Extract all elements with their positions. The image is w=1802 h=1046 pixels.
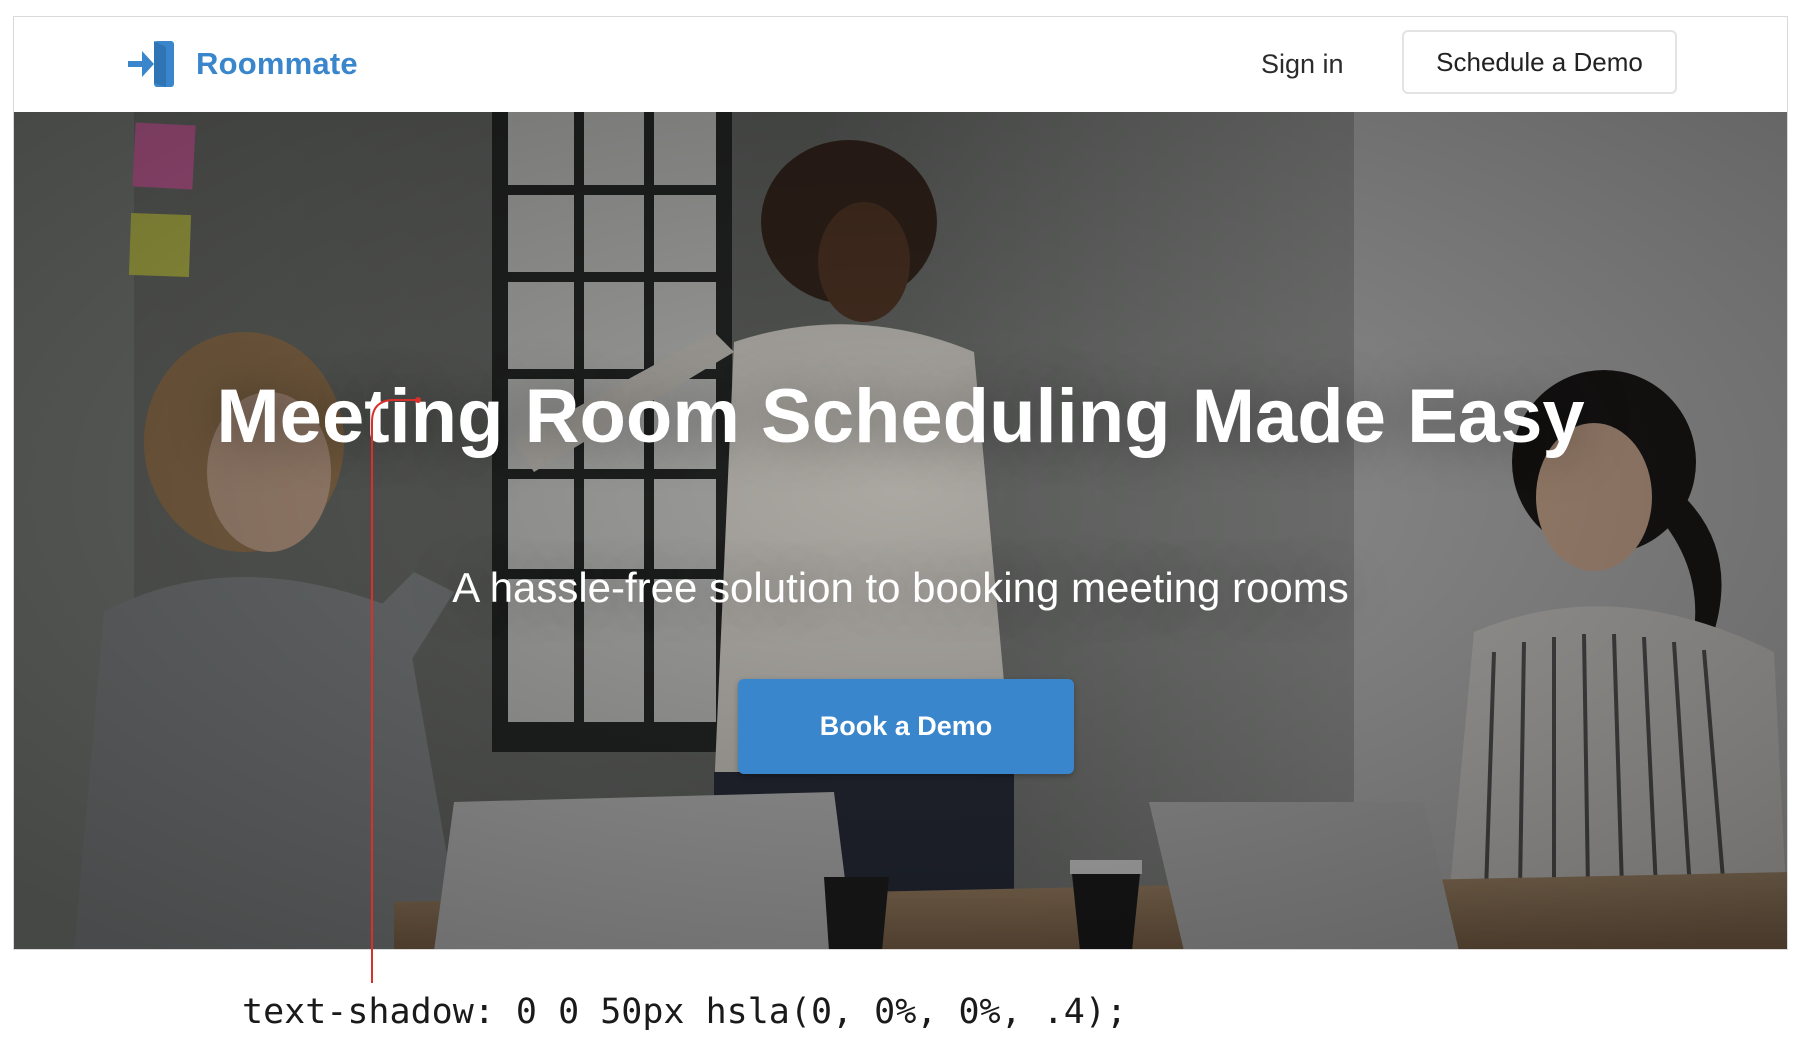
schedule-demo-button[interactable]: Schedule a Demo	[1402, 30, 1677, 94]
sign-in-link[interactable]: Sign in	[1261, 46, 1344, 82]
hero-photo	[14, 112, 1787, 949]
hero-subheadline: A hassle-free solution to booking meetin…	[452, 564, 1349, 611]
hero-headline-text: Meeting Room Scheduling Made Easy	[216, 374, 1585, 459]
brand-name: Roommate	[196, 46, 358, 81]
navbar: Roommate Sign in Schedule a Demo	[14, 17, 1787, 112]
page-frame: Roommate Sign in Schedule a Demo Meeting…	[13, 16, 1788, 950]
brand-logo[interactable]: Roommate	[126, 39, 358, 89]
hero-headline: Meeting Room Scheduling Made Easy	[14, 374, 1787, 460]
door-enter-icon	[128, 41, 174, 87]
annotation-code: text-shadow: 0 0 50px hsla(0, 0%, 0%, .4…	[242, 992, 1128, 1032]
hero-section: Meeting Room Scheduling Made Easy A hass…	[14, 112, 1787, 949]
book-demo-button[interactable]: Book a Demo	[738, 679, 1074, 774]
